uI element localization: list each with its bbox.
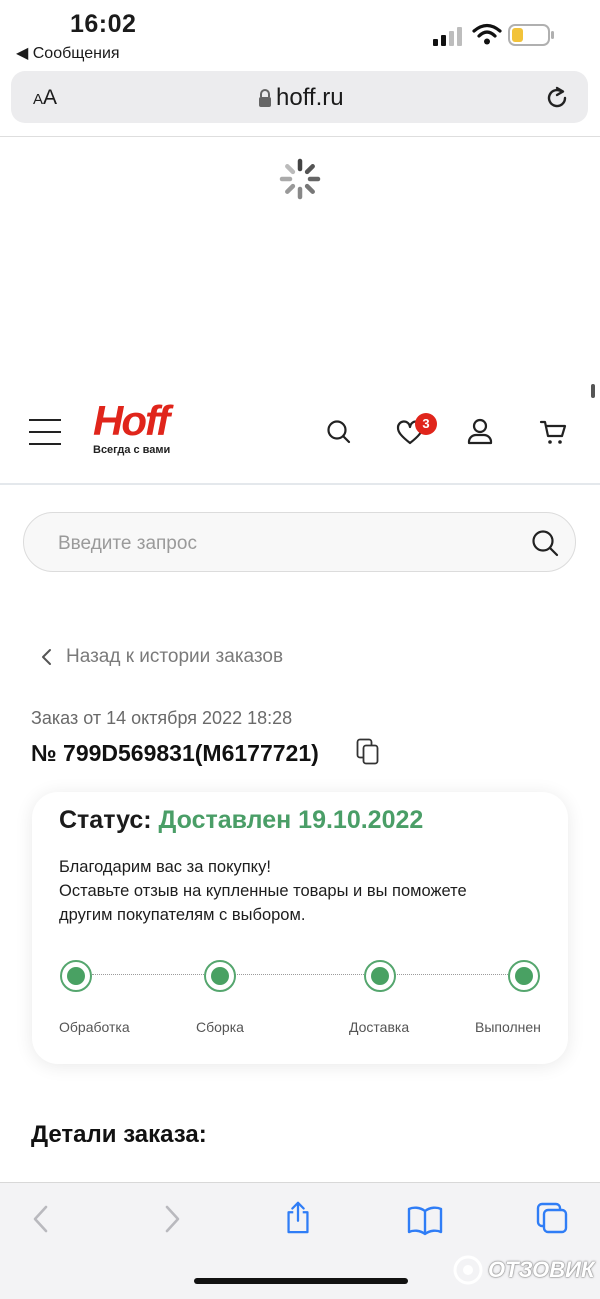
step-complete-icon: [508, 960, 540, 992]
order-details-heading: Детали заказа:: [31, 1121, 207, 1148]
step-label-completed: Выполнен: [475, 1019, 541, 1035]
step-complete-icon: [364, 960, 396, 992]
logo-wordmark: Hoff: [93, 397, 170, 444]
logo-tagline: Всегда с вами: [93, 444, 171, 456]
progress-track: [92, 974, 522, 975]
review-prompt-line: другим покупателям с выбором.: [59, 906, 306, 924]
tabs-icon[interactable]: [536, 1202, 568, 1236]
thank-you-message: Благодарим вас за покупку! Оставьте отзы…: [59, 855, 467, 927]
url-text: hoff.ru: [276, 84, 344, 111]
clock: 16:02: [70, 10, 137, 38]
menu-bar-icon: [29, 443, 61, 445]
reload-icon[interactable]: [543, 84, 571, 112]
back-to-orders-link[interactable]: Назад к истории заказов: [40, 646, 283, 668]
menu-bar-icon: [29, 419, 61, 421]
cellular-signal-icon: [433, 27, 462, 46]
loading-spinner-icon: [279, 158, 321, 200]
otzovik-logo-icon: [453, 1255, 483, 1285]
step-label-assembly: Сборка: [196, 1019, 244, 1035]
status-value: Доставлен 19.10.2022: [158, 806, 424, 834]
scroll-indicator: [591, 384, 595, 398]
lock-icon: [259, 89, 271, 107]
step-complete-icon: [60, 960, 92, 992]
watermark-text: ОТЗОВИК: [488, 1257, 595, 1282]
order-number: № 799D569831(M6177721): [31, 740, 319, 766]
user-icon[interactable]: [466, 417, 494, 445]
menu-bar-icon: [29, 431, 61, 433]
otzovik-watermark: ОТЗОВИК: [452, 1254, 595, 1286]
review-prompt-line: Оставьте отзыв на купленные товары и вы …: [59, 882, 467, 900]
battery-icon: [508, 24, 554, 46]
order-status: Статус: Доставлен 19.10.2022: [59, 806, 423, 835]
back-to-orders-label: Назад к истории заказов: [66, 646, 284, 667]
order-date: Заказ от 14 октября 2022 18:28: [31, 708, 293, 728]
url-display[interactable]: hoff.ru: [258, 84, 344, 112]
home-indicator: [194, 1278, 408, 1284]
step-complete-icon: [204, 960, 236, 992]
wifi-icon: [472, 23, 502, 45]
hoff-logo[interactable]: Hoff Всегда с вами: [93, 397, 171, 457]
status-label: Статус:: [59, 806, 152, 834]
bookmarks-icon[interactable]: [406, 1203, 444, 1237]
cart-icon[interactable]: [539, 418, 567, 446]
back-arrow-icon[interactable]: [26, 1202, 58, 1236]
search-submit-icon[interactable]: [530, 528, 560, 558]
menu-button[interactable]: [29, 419, 61, 445]
search-icon[interactable]: [325, 418, 353, 446]
copy-icon[interactable]: [356, 738, 380, 766]
favorites-count-badge: 3: [415, 413, 437, 435]
chevron-left-icon: [42, 649, 51, 665]
text-size-button[interactable]: AA: [33, 86, 57, 110]
browser-divider: [0, 136, 600, 137]
step-label-delivery: Доставка: [349, 1019, 410, 1035]
step-label-processing: Обработка: [59, 1019, 130, 1035]
back-to-app-link[interactable]: ◀ Сообщения: [16, 43, 120, 63]
header-divider: [0, 483, 600, 485]
thank-you-line: Благодарим вас за покупку!: [59, 858, 271, 876]
share-icon[interactable]: [282, 1200, 314, 1234]
forward-arrow-icon[interactable]: [155, 1202, 187, 1236]
search-placeholder: Введите запрос: [58, 533, 197, 554]
